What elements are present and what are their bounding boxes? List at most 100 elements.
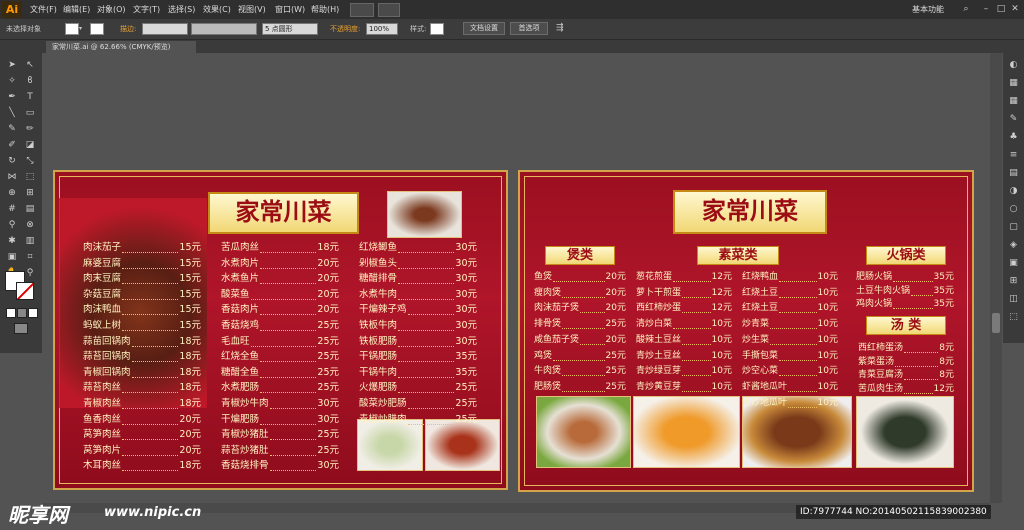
menu-item: 糖醋全鱼 25元 — [221, 364, 339, 378]
column-graph-tool-icon[interactable]: ▥ — [24, 235, 36, 247]
menu-item: 酸菜鱼 20元 — [221, 286, 339, 300]
appearance-panel-icon[interactable]: ○ — [1007, 203, 1020, 215]
menu-item-name: 香菇肉片 — [221, 304, 260, 316]
arrange-icon[interactable]: ⇶ — [556, 23, 564, 33]
menu-help[interactable]: 帮助(H) — [311, 4, 339, 15]
align-panel-icon[interactable]: ⊞ — [1007, 275, 1020, 287]
gradient-panel-icon[interactable]: ▤ — [1007, 167, 1020, 179]
eraser-tool-icon[interactable]: ◪ — [24, 139, 36, 151]
menu-type[interactable]: 文字(T) — [133, 4, 160, 15]
rotate-tool-icon[interactable]: ↻ — [6, 155, 18, 167]
bridge-button[interactable] — [350, 3, 374, 17]
graphic-style-swatch[interactable] — [430, 23, 444, 35]
stroke-weight-field[interactable] — [142, 23, 188, 35]
menu-item-price: 25元 — [317, 351, 339, 363]
menu-window[interactable]: 窗口(W) — [275, 4, 305, 15]
direct-selection-tool-icon[interactable]: ↖ — [24, 59, 36, 71]
paintbrush-tool-icon[interactable]: ✎ — [6, 123, 18, 135]
menu-edit[interactable]: 编辑(E) — [63, 4, 90, 15]
menu-select[interactable]: 选择(S) — [168, 4, 195, 15]
close-icon[interactable]: ✕ — [1009, 3, 1021, 15]
pencil-tool-icon[interactable]: ✏ — [24, 123, 36, 135]
artboards-panel-icon[interactable]: ▣ — [1007, 257, 1020, 269]
arrange-documents-button[interactable] — [378, 3, 400, 17]
opacity-label[interactable]: 不透明度: — [330, 24, 360, 34]
perspective-grid-tool-icon[interactable]: ⊞ — [24, 187, 36, 199]
menu-item-price: 20元 — [605, 272, 626, 282]
color-mode-icon[interactable] — [6, 308, 16, 318]
transparency-panel-icon[interactable]: ◑ — [1007, 185, 1020, 197]
eyedropper-tool-icon[interactable]: ⚲ — [6, 219, 18, 231]
color-panel-icon[interactable]: ◐ — [1007, 59, 1020, 71]
brush-definition[interactable]: 5 点圆形 — [262, 23, 318, 35]
artboard-tool-icon[interactable]: ▣ — [6, 251, 18, 263]
restore-icon[interactable]: □ — [995, 3, 1007, 15]
symbol-sprayer-tool-icon[interactable]: ✱ — [6, 235, 18, 247]
gradient-tool-icon[interactable]: ▤ — [24, 203, 36, 215]
stroke-panel-icon[interactable]: ≡ — [1007, 149, 1020, 161]
menu-item-name: 香菇烧鸡 — [221, 320, 260, 331]
minimize-icon[interactable]: – — [980, 3, 992, 15]
menu-item-name: 水煮牛肉 — [359, 288, 398, 300]
menu-item-name: 蒜苗回锅肉 — [83, 335, 131, 347]
color-guide-icon[interactable]: ▦ — [1007, 77, 1020, 89]
menu-item: 水煮鱼片 20元 — [221, 270, 339, 285]
menu-item-price: 10元 — [817, 397, 838, 408]
right-dish-photo-2 — [633, 396, 740, 468]
blob-brush-tool-icon[interactable]: ✐ — [6, 139, 18, 151]
scale-tool-icon[interactable]: ⤡ — [24, 155, 36, 167]
document-tab[interactable]: 家常川菜.ai @ 62.66% (CMYK/预览) — [46, 41, 196, 53]
left-menu-board[interactable]: 家常川菜 肉沫茄子 15元 麻婆豆腐 15元 肉末豆腐 15元 杂菇豆腐 15元 肉沫鸭血 15元… — [53, 170, 508, 490]
pen-tool-icon[interactable]: ✒ — [6, 91, 18, 103]
menu-item-name: 铁板肥肠 — [359, 335, 398, 347]
variable-width-profile[interactable] — [191, 23, 257, 35]
menu-object[interactable]: 对象(O) — [97, 4, 126, 15]
leader-dots — [398, 364, 455, 378]
pathfinder-panel-icon[interactable]: ◫ — [1007, 293, 1020, 305]
stroke-swatch[interactable] — [90, 23, 104, 35]
width-tool-icon[interactable]: ⋈ — [6, 171, 18, 183]
lasso-tool-icon[interactable]: ϐ — [24, 75, 36, 87]
document-setup-button[interactable]: 文档设置 — [463, 22, 505, 35]
swatches-panel-icon[interactable]: ▦ — [1007, 95, 1020, 107]
right-menu-board[interactable]: 家常川菜 煲类 素菜类 火锅类 汤 类 鱼煲 20元 瘦肉煲 20元 肉沫茄子煲 20元排… — [518, 170, 974, 492]
selection-tool-icon[interactable]: ➤ — [6, 59, 18, 71]
leader-dots — [673, 269, 711, 282]
line-tool-icon[interactable]: ╲ — [6, 107, 18, 119]
graphic-styles-icon[interactable]: ▢ — [1007, 221, 1020, 233]
symbols-panel-icon[interactable]: ♣ — [1007, 131, 1020, 143]
leader-dots — [122, 255, 179, 269]
gradient-mode-icon[interactable] — [17, 308, 27, 318]
layers-panel-icon[interactable]: ◈ — [1007, 239, 1020, 251]
preferences-button[interactable]: 首选项 — [510, 22, 548, 35]
rectangle-tool-icon[interactable]: ▭ — [24, 107, 36, 119]
transform-panel-icon[interactable]: ⬚ — [1007, 311, 1020, 323]
search-icon[interactable]: ⌕ — [960, 3, 972, 15]
stroke-color-box[interactable] — [16, 282, 34, 300]
menu-bar: Ai 文件(F) 编辑(E) 对象(O) 文字(T) 选择(S) 效果(C) 视… — [0, 0, 1024, 19]
slice-tool-icon[interactable]: ⌗ — [24, 251, 36, 263]
shape-builder-tool-icon[interactable]: ⊕ — [6, 187, 18, 199]
mesh-tool-icon[interactable]: # — [6, 203, 18, 215]
type-tool-icon[interactable]: T — [24, 91, 36, 103]
blend-tool-icon[interactable]: ⊗ — [24, 219, 36, 231]
stroke-label[interactable]: 描边: — [120, 24, 136, 34]
menu-item: 水煮肥肠 25元 — [221, 379, 339, 394]
menu-view[interactable]: 视图(V) — [238, 4, 266, 15]
vertical-scrollbar[interactable] — [990, 53, 1002, 503]
chevron-down-icon[interactable]: ▾ — [79, 25, 85, 32]
menu-item: 鸡煲 25元 — [534, 348, 626, 361]
free-transform-tool-icon[interactable]: ⬚ — [24, 171, 36, 183]
fill-swatch[interactable] — [65, 23, 79, 35]
opacity-field[interactable]: 100% — [366, 23, 398, 35]
brushes-panel-icon[interactable]: ✎ — [1007, 113, 1020, 125]
menu-effect[interactable]: 效果(C) — [203, 4, 231, 15]
screen-mode-icon[interactable] — [14, 323, 28, 334]
menu-item: 肉沫鸭血 15元 — [83, 301, 201, 316]
menu-file[interactable]: 文件(F) — [30, 4, 57, 15]
magic-wand-tool-icon[interactable]: ✧ — [6, 75, 18, 87]
workspace-switcher[interactable]: 基本功能 — [912, 4, 944, 15]
vertical-scroll-thumb[interactable] — [992, 313, 1000, 333]
zoom-tool-icon[interactable]: ⚲ — [24, 267, 36, 279]
none-mode-icon[interactable] — [28, 308, 38, 318]
